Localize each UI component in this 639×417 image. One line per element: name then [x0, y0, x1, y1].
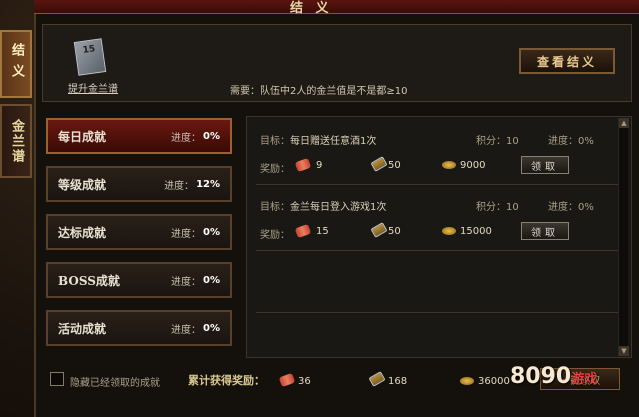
category-name: 活动成就: [58, 321, 107, 336]
reward-gold: 15000: [460, 226, 492, 237]
category-name: BOSS成就: [58, 273, 120, 288]
quest-scrollbar[interactable]: ▲ ▼: [618, 118, 629, 356]
category-milestone[interactable]: 达标成就 进度： 0%: [46, 214, 232, 250]
quest-points: 积分：10: [476, 198, 519, 213]
view-jieyi-button[interactable]: 查看结义: [519, 48, 615, 74]
category-name: 每日成就: [58, 129, 107, 144]
title-bar: [34, 0, 639, 14]
progress-label: 进度：: [171, 228, 202, 240]
divider: [256, 312, 624, 313]
category-event[interactable]: 活动成就 进度： 0%: [46, 310, 232, 346]
reward-label: 奖励：: [260, 164, 290, 175]
category-boss[interactable]: BOSS成就 进度： 0%: [46, 262, 232, 298]
progress-label: 进度：: [171, 132, 202, 144]
total-book: 168: [388, 376, 408, 387]
jinlanpu-book-icon[interactable]: 15: [73, 38, 107, 76]
total-rewards-label: 累计获得奖励：: [188, 374, 265, 387]
points-value: 10: [506, 202, 519, 213]
watermark-logo: 8090游戏: [510, 364, 597, 389]
quest-progress: 进度：0%: [548, 198, 594, 213]
reward-book: 50: [388, 160, 401, 171]
side-tab-jieyi[interactable]: 结义: [0, 30, 32, 98]
progress-label: 进度：: [548, 202, 578, 213]
category-level[interactable]: 等级成就 进度： 12%: [46, 166, 232, 202]
progress-label: 进度：: [548, 136, 578, 147]
progress-value: 0%: [578, 136, 594, 147]
reward-label: 奖励：: [260, 230, 290, 241]
requirement-text: 需要：队伍中2人的金兰值是不是都≥10: [230, 86, 408, 97]
progress-value: 0%: [203, 322, 220, 334]
hide-claimed-label: 隐藏已经领取的成就: [70, 378, 160, 389]
gold-icon: [442, 227, 456, 235]
gold-icon: [460, 377, 474, 385]
progress-value: 0%: [203, 130, 220, 142]
upgrade-jinlanpu-link[interactable]: 提升金兰谱: [68, 80, 118, 95]
scroll-up-icon[interactable]: ▲: [619, 118, 629, 128]
progress-value: 12%: [196, 178, 220, 190]
watermark-text: 8090: [510, 364, 572, 389]
quest-progress: 进度：0%: [548, 132, 594, 147]
target-text: 每日赠送任意酒1次: [290, 136, 377, 147]
reward-gold: 9000: [460, 160, 486, 171]
total-scroll: 36: [298, 376, 311, 387]
quest-panel: [246, 116, 632, 358]
book-badge: 15: [82, 44, 96, 56]
quest-target: 目标：金兰每日登入游戏1次: [260, 198, 386, 213]
claim-button[interactable]: 领取: [521, 222, 569, 240]
watermark-sub: 游戏: [571, 372, 598, 387]
progress-value: 0%: [578, 202, 594, 213]
category-name: 等级成就: [58, 177, 107, 192]
window-title: 结 义: [290, 1, 333, 16]
points-value: 10: [506, 136, 519, 147]
scroll-down-icon[interactable]: ▼: [619, 346, 629, 356]
reward-scroll: 9: [316, 160, 323, 171]
target-label: 目标：: [260, 202, 290, 213]
progress-label: 进度：: [171, 276, 202, 288]
side-tab-label: 结义: [9, 43, 24, 85]
target-text: 金兰每日登入游戏1次: [290, 202, 387, 213]
total-gold: 36000: [478, 376, 510, 387]
points-label: 积分：: [476, 202, 506, 213]
progress-label: 进度：: [164, 180, 195, 192]
quest-points: 积分：10: [476, 132, 519, 147]
claim-button[interactable]: 领取: [521, 156, 569, 174]
side-tab-jinlanpu[interactable]: 金兰谱: [0, 104, 32, 178]
progress-value: 0%: [203, 226, 220, 238]
reward-book: 50: [388, 226, 401, 237]
progress-label: 进度：: [171, 324, 202, 336]
gold-icon: [442, 161, 456, 169]
category-name: 达标成就: [58, 225, 107, 240]
reward-scroll: 15: [316, 226, 329, 237]
divider: [256, 250, 624, 251]
divider: [256, 184, 624, 185]
target-label: 目标：: [260, 136, 290, 147]
side-tab-label: 金兰谱: [9, 118, 24, 164]
category-daily[interactable]: 每日成就 进度： 0%: [46, 118, 232, 154]
progress-value: 0%: [203, 274, 220, 286]
points-label: 积分：: [476, 136, 506, 147]
quest-target: 目标：每日赠送任意酒1次: [260, 132, 376, 147]
hide-claimed-checkbox[interactable]: [50, 372, 64, 386]
